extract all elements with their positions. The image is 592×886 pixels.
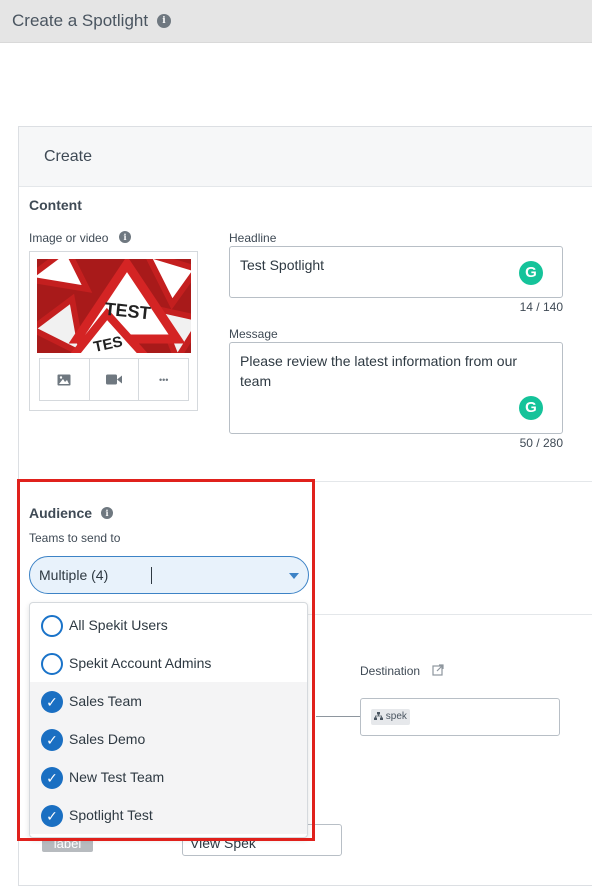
page-header: Create a Spotlight i	[0, 0, 592, 43]
headline-value: Test Spotlight	[240, 257, 325, 273]
unchecked-circle-icon	[41, 653, 63, 675]
teams-dropdown: All Spekit Users Spekit Account Admins ✓…	[29, 602, 308, 838]
panel-header: Create	[19, 127, 592, 187]
connector-line	[316, 716, 360, 717]
check-circle-icon: ✓	[41, 729, 63, 751]
team-option-sales-demo[interactable]: ✓ Sales Demo	[30, 720, 307, 758]
teams-select-value: Multiple (4)	[39, 567, 109, 583]
text-cursor	[151, 567, 152, 584]
image-upload-button[interactable]	[40, 359, 90, 400]
grammarly-icon[interactable]: G	[519, 396, 543, 420]
teams-select[interactable]: Multiple (4)	[29, 556, 309, 594]
message-input[interactable]: Please review the latest information fro…	[229, 342, 563, 434]
section-divider	[19, 481, 592, 482]
panel-title: Create	[44, 148, 93, 165]
destination-label: Destination	[360, 664, 421, 678]
team-option-label: All Spekit Users	[69, 617, 168, 633]
content-section-label: Content	[29, 197, 82, 213]
check-circle-icon: ✓	[41, 767, 63, 789]
audience-section-label: Audience	[29, 505, 93, 521]
chevron-down-icon[interactable]	[289, 573, 299, 579]
more-icon: •••	[158, 374, 169, 385]
external-link-icon[interactable]	[432, 664, 444, 676]
headline-input[interactable]: Test Spotlight G	[229, 246, 563, 298]
team-option-label: New Test Team	[69, 769, 165, 785]
spotlight-image[interactable]: TEST TES	[37, 259, 191, 353]
page-title: Create a Spotlight	[12, 11, 149, 30]
spek-chip-label: spek	[385, 711, 407, 722]
team-option-new-test-team[interactable]: ✓ New Test Team	[30, 758, 307, 796]
media-picker: TEST TES •••	[29, 251, 198, 411]
headline-label: Headline	[229, 231, 277, 245]
hierarchy-icon	[374, 712, 383, 720]
spek-chip: spek	[371, 709, 410, 725]
team-option-all-spekit-users[interactable]: All Spekit Users	[30, 606, 307, 644]
media-buttons: •••	[39, 358, 189, 401]
team-option-label: Spekit Account Admins	[69, 655, 212, 671]
team-option-spekit-account-admins[interactable]: Spekit Account Admins	[30, 644, 307, 682]
unchecked-circle-icon	[41, 615, 63, 637]
video-upload-button[interactable]	[90, 359, 140, 400]
label-chip: label	[42, 836, 93, 852]
team-option-label: Spotlight Test	[69, 807, 153, 823]
message-value: Please review the latest information fro…	[240, 353, 518, 389]
message-label: Message	[229, 327, 278, 341]
headline-counter: 14 / 140	[519, 300, 563, 314]
more-options-button[interactable]: •••	[139, 359, 188, 400]
media-label: Image or video	[29, 231, 109, 245]
check-circle-icon: ✓	[41, 691, 63, 713]
team-option-label: Sales Demo	[69, 731, 146, 747]
audience-info-icon[interactable]: i	[101, 507, 113, 519]
info-icon[interactable]: i	[157, 14, 171, 28]
message-counter: 50 / 280	[519, 436, 563, 450]
image-icon	[57, 374, 71, 385]
team-option-spotlight-test[interactable]: ✓ Spotlight Test	[30, 796, 307, 834]
test-signs-image: TEST TES	[37, 259, 191, 353]
media-info-icon[interactable]: i	[119, 231, 131, 243]
video-camera-icon	[106, 374, 122, 385]
team-option-sales-team[interactable]: ✓ Sales Team	[30, 682, 307, 720]
team-option-label: Sales Team	[69, 693, 142, 709]
check-circle-icon: ✓	[41, 805, 63, 827]
teams-label: Teams to send to	[29, 531, 121, 545]
destination-field[interactable]: spek	[360, 698, 560, 736]
grammarly-icon[interactable]: G	[519, 261, 543, 285]
section-divider	[308, 614, 592, 615]
